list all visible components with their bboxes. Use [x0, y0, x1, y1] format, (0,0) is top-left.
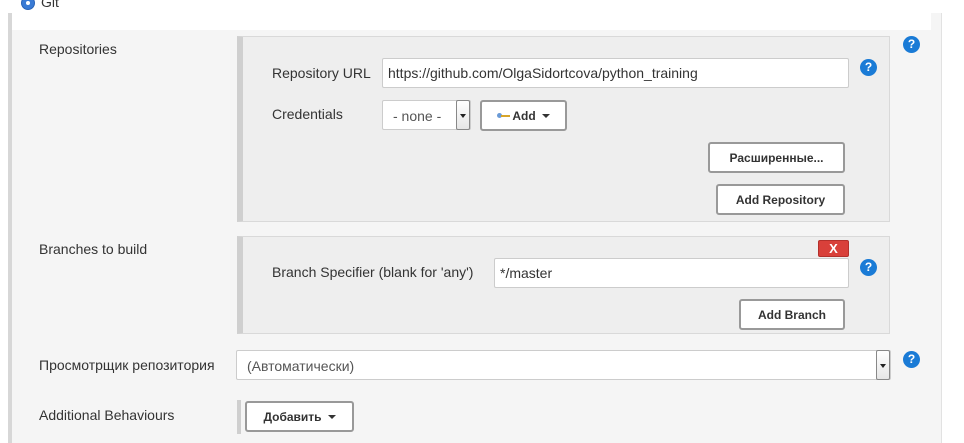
repository-browser-select[interactable]: (Автоматически): [236, 350, 891, 380]
repositories-help-icon[interactable]: ?: [903, 36, 920, 53]
branch-specifier-help-icon[interactable]: ?: [860, 259, 877, 276]
repository-browser-selected-value: (Автоматически): [247, 358, 355, 374]
additional-behaviours-label: Additional Behaviours: [39, 407, 175, 423]
branch-specifier-input[interactable]: */master: [494, 258, 849, 288]
repository-browser-dropdown-arrow-icon[interactable]: [876, 350, 890, 380]
add-branch-label: Add Branch: [757, 307, 826, 322]
scm-git-option[interactable]: Git: [0, 0, 964, 14]
credentials-select[interactable]: - none -: [382, 100, 471, 130]
add-branch-button[interactable]: Add Branch: [739, 299, 845, 330]
chevron-down-icon: [541, 113, 550, 118]
key-icon: [497, 112, 511, 120]
repository-browser-help-icon[interactable]: ?: [903, 351, 920, 368]
repository-url-input[interactable]: https://github.com/OlgaSidortcova/python…: [382, 58, 849, 88]
add-repository-label: Add Repository: [735, 192, 826, 207]
delete-branch-button[interactable]: X: [818, 240, 849, 257]
repository-browser-label: Просмотрщик репозитория: [39, 357, 215, 373]
branch-specifier-label: Branch Specifier (blank for 'any'): [272, 264, 474, 280]
credentials-label: Credentials: [272, 106, 343, 122]
git-option-label: Git: [41, 0, 59, 10]
branches-label: Branches to build: [39, 241, 148, 257]
repositories-label: Repositories: [39, 41, 117, 57]
advanced-button[interactable]: Расширенные...: [708, 142, 845, 173]
add-repository-button[interactable]: Add Repository: [716, 184, 845, 215]
advanced-button-label: Расширенные...: [729, 150, 824, 165]
add-credentials-button[interactable]: Add: [480, 100, 567, 131]
credentials-selected-value: - none -: [393, 108, 442, 124]
panel-top-strip: [12, 13, 931, 30]
chevron-down-icon: [327, 414, 336, 419]
add-behaviour-label: Добавить: [263, 409, 322, 424]
repository-url-label: Repository URL: [272, 65, 371, 81]
repository-url-help-icon[interactable]: ?: [860, 59, 877, 76]
behaviours-indent-bar: [237, 400, 241, 434]
credentials-dropdown-arrow-icon[interactable]: [456, 100, 470, 130]
add-credentials-label: Add: [512, 108, 536, 123]
git-radio-button[interactable]: [21, 0, 35, 10]
add-behaviour-button[interactable]: Добавить: [245, 401, 354, 432]
